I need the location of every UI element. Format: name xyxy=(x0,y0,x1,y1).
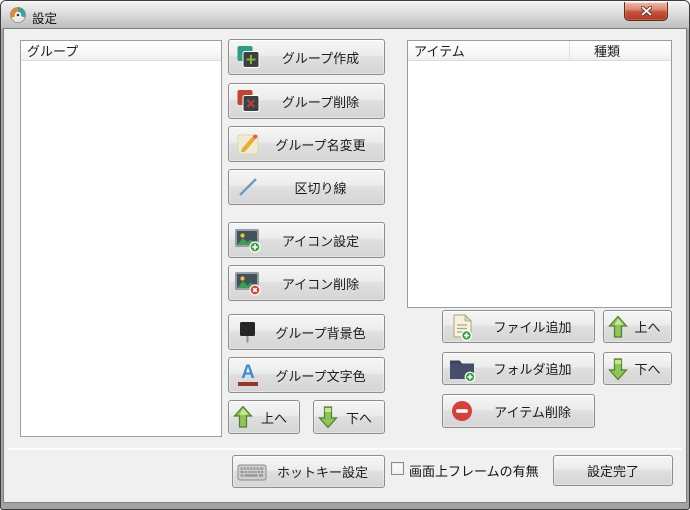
delete-item-button[interactable]: アイテム削除 xyxy=(442,394,595,428)
add-file-label: ファイル追加 xyxy=(493,320,572,335)
frame-checkbox[interactable] xyxy=(391,462,404,475)
group-list-header: グループ xyxy=(21,41,221,61)
hotkey-settings-button[interactable]: ホットキー設定 xyxy=(232,455,385,488)
arrow-down-icon xyxy=(604,357,632,381)
add-file-button[interactable]: ファイル追加 xyxy=(442,310,595,343)
arrow-up-icon xyxy=(229,405,257,429)
rename-group-button[interactable]: グループ名変更 xyxy=(228,126,385,162)
separator-line-button[interactable]: 区切り線 xyxy=(228,169,385,205)
delete-item-icon xyxy=(443,399,481,423)
icon-set-icon xyxy=(229,227,267,254)
icon-set-label: アイコン設定 xyxy=(281,233,360,249)
create-group-icon xyxy=(229,44,267,70)
group-move-up-button[interactable]: 上へ xyxy=(228,400,300,434)
item-move-up-button[interactable]: 上へ xyxy=(603,310,672,343)
delete-group-icon xyxy=(229,88,267,114)
group-text-color-button[interactable]: A グループ文字色 xyxy=(228,357,385,393)
item-column-header: アイテム xyxy=(414,44,465,59)
title-bar: 設定 xyxy=(1,1,689,29)
icon-delete-icon xyxy=(229,270,267,297)
group-list[interactable]: グループ xyxy=(20,40,222,437)
group-move-down-button[interactable]: 下へ xyxy=(313,400,385,434)
group-bg-color-label: グループ背景色 xyxy=(275,325,366,341)
group-bg-color-icon xyxy=(229,319,267,345)
item-move-down-label: 下へ xyxy=(634,362,661,377)
done-label: 設定完了 xyxy=(586,464,639,479)
create-group-button[interactable]: グループ作成 xyxy=(228,39,385,75)
add-folder-label: フォルダ追加 xyxy=(493,362,572,377)
delete-group-button[interactable]: グループ削除 xyxy=(228,83,385,119)
item-list[interactable]: アイテム 種類 xyxy=(407,40,672,308)
add-file-icon xyxy=(443,313,481,341)
hotkey-settings-label: ホットキー設定 xyxy=(276,465,368,480)
group-column-header: グループ xyxy=(27,44,79,59)
item-list-header: アイテム 種類 xyxy=(408,41,671,61)
add-folder-icon xyxy=(443,356,481,382)
item-move-down-button[interactable]: 下へ xyxy=(603,352,672,385)
settings-window: 設定 グループ グループ作成 グループ削除 グループ名変更 区切り線 アイコン設… xyxy=(0,0,690,510)
arrow-down-icon xyxy=(314,405,342,429)
create-group-label: グループ作成 xyxy=(281,50,360,66)
frame-checkbox-label[interactable]: 画面上フレームの有無 xyxy=(409,461,539,480)
group-move-up-label: 上へ xyxy=(260,410,287,426)
group-move-down-label: 下へ xyxy=(345,410,372,426)
close-button[interactable] xyxy=(624,2,668,21)
rename-group-label: グループ名変更 xyxy=(275,137,366,153)
delete-item-label: アイテム削除 xyxy=(494,404,571,420)
delete-group-label: グループ削除 xyxy=(281,94,360,110)
keyboard-icon xyxy=(233,460,271,484)
type-column-header: 種類 xyxy=(594,44,621,59)
add-folder-button[interactable]: フォルダ追加 xyxy=(442,352,595,385)
separator-line-label: 区切り線 xyxy=(294,180,347,196)
icon-delete-button[interactable]: アイコン削除 xyxy=(228,265,385,301)
close-icon xyxy=(640,6,652,16)
app-icon xyxy=(10,7,26,23)
separator-line-icon xyxy=(229,175,267,199)
bottom-separator xyxy=(8,448,682,449)
group-bg-color-button[interactable]: グループ背景色 xyxy=(228,314,385,350)
done-button[interactable]: 設定完了 xyxy=(553,455,673,486)
item-move-up-label: 上へ xyxy=(634,320,661,335)
group-text-color-icon: A xyxy=(229,363,267,386)
arrow-up-icon xyxy=(604,315,632,339)
window-title: 設定 xyxy=(32,12,58,26)
icon-delete-label: アイコン削除 xyxy=(281,276,360,292)
group-text-color-label: グループ文字色 xyxy=(275,368,366,384)
rename-group-icon xyxy=(229,132,267,157)
icon-set-button[interactable]: アイコン設定 xyxy=(228,222,385,258)
